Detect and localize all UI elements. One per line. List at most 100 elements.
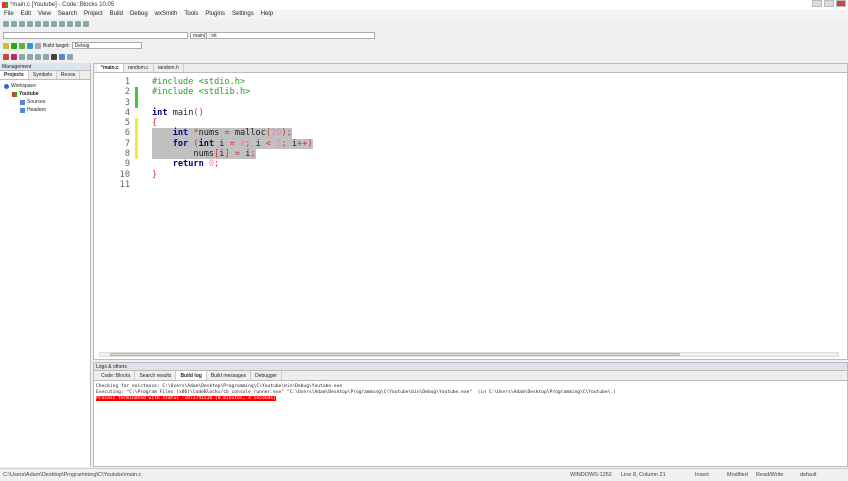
menu-help[interactable]: Help xyxy=(261,10,273,19)
line-number: 6 xyxy=(124,128,130,139)
change-marker xyxy=(135,180,138,190)
menu-search[interactable]: Search xyxy=(58,10,77,19)
tree-project-youtube[interactable]: Youtube xyxy=(4,90,90,98)
save-icon[interactable] xyxy=(19,20,25,27)
new-file-icon[interactable] xyxy=(3,20,9,27)
code-line[interactable]: 2 #include <stdlib.h> xyxy=(94,87,847,98)
code-line[interactable]: 4 int main() xyxy=(94,108,847,118)
code-line[interactable]: 9 return 0; xyxy=(94,159,847,169)
tab-random-c[interactable]: random.c xyxy=(124,64,154,72)
tree-workspace[interactable]: Workspace xyxy=(4,82,90,90)
change-marker xyxy=(135,128,138,139)
code-token: int xyxy=(152,107,168,118)
menu-build[interactable]: Build xyxy=(110,10,123,19)
save-all-icon[interactable] xyxy=(27,20,33,27)
change-marker xyxy=(135,118,138,129)
code-token: ++) xyxy=(297,138,313,149)
code-token: 0 xyxy=(234,138,246,149)
management-title: Management xyxy=(0,63,90,71)
debug-icon[interactable] xyxy=(3,53,9,60)
tab-build-messages[interactable]: Build messages xyxy=(207,371,252,380)
code-area[interactable]: 1 #include <stdio.h> 2 #include <stdlib.h> 3… xyxy=(94,77,847,190)
code-token: nums xyxy=(152,149,215,160)
open-icon[interactable] xyxy=(11,20,17,27)
abort-icon[interactable] xyxy=(35,42,41,49)
code-line[interactable]: 7 for (int i = 0; i < 5; i++) xyxy=(94,138,847,150)
menu-view[interactable]: View xyxy=(38,10,51,19)
code-token: malloc xyxy=(229,128,266,139)
menu-plugins[interactable]: Plugins xyxy=(205,10,225,19)
menu-project[interactable]: Project xyxy=(84,10,103,19)
scope-select[interactable] xyxy=(3,32,188,39)
horizontal-scrollbar[interactable] xyxy=(99,352,839,357)
menu-tools[interactable]: Tools xyxy=(184,10,198,19)
info-icon[interactable] xyxy=(67,53,73,60)
menu-debug[interactable]: Debug xyxy=(130,10,148,19)
code-line[interactable]: 10} xyxy=(94,170,847,180)
logs-panel: Logs & others Code::Blocks Search results… xyxy=(93,362,848,467)
editor-tabs: *main.c random.c random.h xyxy=(94,64,847,73)
maximize-button[interactable] xyxy=(824,0,834,7)
tab-code-blocks[interactable]: Code::Blocks xyxy=(97,371,136,380)
run-icon[interactable] xyxy=(11,42,17,49)
tab-build-log[interactable]: Build log xyxy=(176,371,207,380)
debug-windows-icon[interactable] xyxy=(59,53,65,60)
tree-headers[interactable]: Headers xyxy=(4,106,90,114)
next-instruction-icon[interactable] xyxy=(43,53,49,60)
menu-file[interactable]: File xyxy=(4,10,14,19)
status-profile: default xyxy=(800,472,817,478)
tree-sources[interactable]: Sources xyxy=(4,98,90,106)
code-text: nums[i] = i; xyxy=(152,149,256,160)
copy-icon[interactable] xyxy=(59,20,65,27)
code-line[interactable]: 6 int *nums = malloc(20); xyxy=(94,128,847,139)
status-mode: Insert xyxy=(695,472,709,478)
tab-symbols[interactable]: Symbols xyxy=(29,71,57,79)
code-line[interactable]: 3 xyxy=(94,97,847,108)
tab-random-h[interactable]: random.h xyxy=(154,64,184,72)
minimize-button[interactable] xyxy=(812,0,822,7)
build-toolbar: Build target: Debug xyxy=(0,41,142,50)
find-icon[interactable] xyxy=(75,20,81,27)
tab-search-results[interactable]: Search results xyxy=(135,371,177,380)
step-out-icon[interactable] xyxy=(35,53,41,60)
function-select[interactable]: main() : int xyxy=(190,32,375,39)
menu-edit[interactable]: Edit xyxy=(21,10,31,19)
tab-resources[interactable]: Resou xyxy=(57,71,81,79)
tab-debugger[interactable]: Debugger xyxy=(251,371,283,380)
status-bar: C:\Users\Adam\Desktop\Programming\C\Yout… xyxy=(0,468,848,480)
build-run-icon[interactable] xyxy=(19,42,25,49)
rebuild-icon[interactable] xyxy=(27,42,33,49)
tab-projects[interactable]: Projects xyxy=(0,71,29,79)
code-line[interactable]: 1 #include <stdio.h> xyxy=(94,77,847,87)
build-icon[interactable] xyxy=(3,42,9,49)
code-line[interactable]: 8 nums[i] = i; xyxy=(94,149,847,160)
change-marker xyxy=(135,108,138,118)
code-token: ); xyxy=(281,128,292,139)
code-editor[interactable]: *main.c random.c random.h 1 #include <std… xyxy=(93,63,848,360)
management-panel: Management Projects Symbols Resou Worksp… xyxy=(0,63,91,467)
stop-debugger-icon[interactable] xyxy=(51,53,57,60)
code-text: return 0; xyxy=(152,159,220,169)
menu-settings[interactable]: Settings xyxy=(232,10,254,19)
build-target-select[interactable]: Debug xyxy=(71,42,142,49)
code-token: for xyxy=(172,138,189,149)
redo-icon[interactable] xyxy=(43,20,49,27)
cut-icon[interactable] xyxy=(51,20,57,27)
tab-main-c[interactable]: *main.c xyxy=(97,64,124,72)
close-button[interactable] xyxy=(836,0,846,7)
undo-icon[interactable] xyxy=(35,20,41,27)
workspace-icon xyxy=(4,83,9,89)
scrollbar-thumb[interactable] xyxy=(110,353,680,356)
change-marker xyxy=(135,159,138,169)
next-line-icon[interactable] xyxy=(19,53,25,60)
code-text: #include <stdio.h> xyxy=(152,77,245,87)
replace-icon[interactable] xyxy=(83,20,89,27)
menu-wxsmith[interactable]: wxSmith xyxy=(155,10,178,19)
code-line[interactable]: 5{ xyxy=(94,118,847,129)
step-into-icon[interactable] xyxy=(27,53,33,60)
paste-icon[interactable] xyxy=(67,20,73,27)
code-text: int main() xyxy=(152,108,204,118)
code-line[interactable]: 11 xyxy=(94,180,847,190)
run-to-cursor-icon[interactable] xyxy=(11,53,17,60)
